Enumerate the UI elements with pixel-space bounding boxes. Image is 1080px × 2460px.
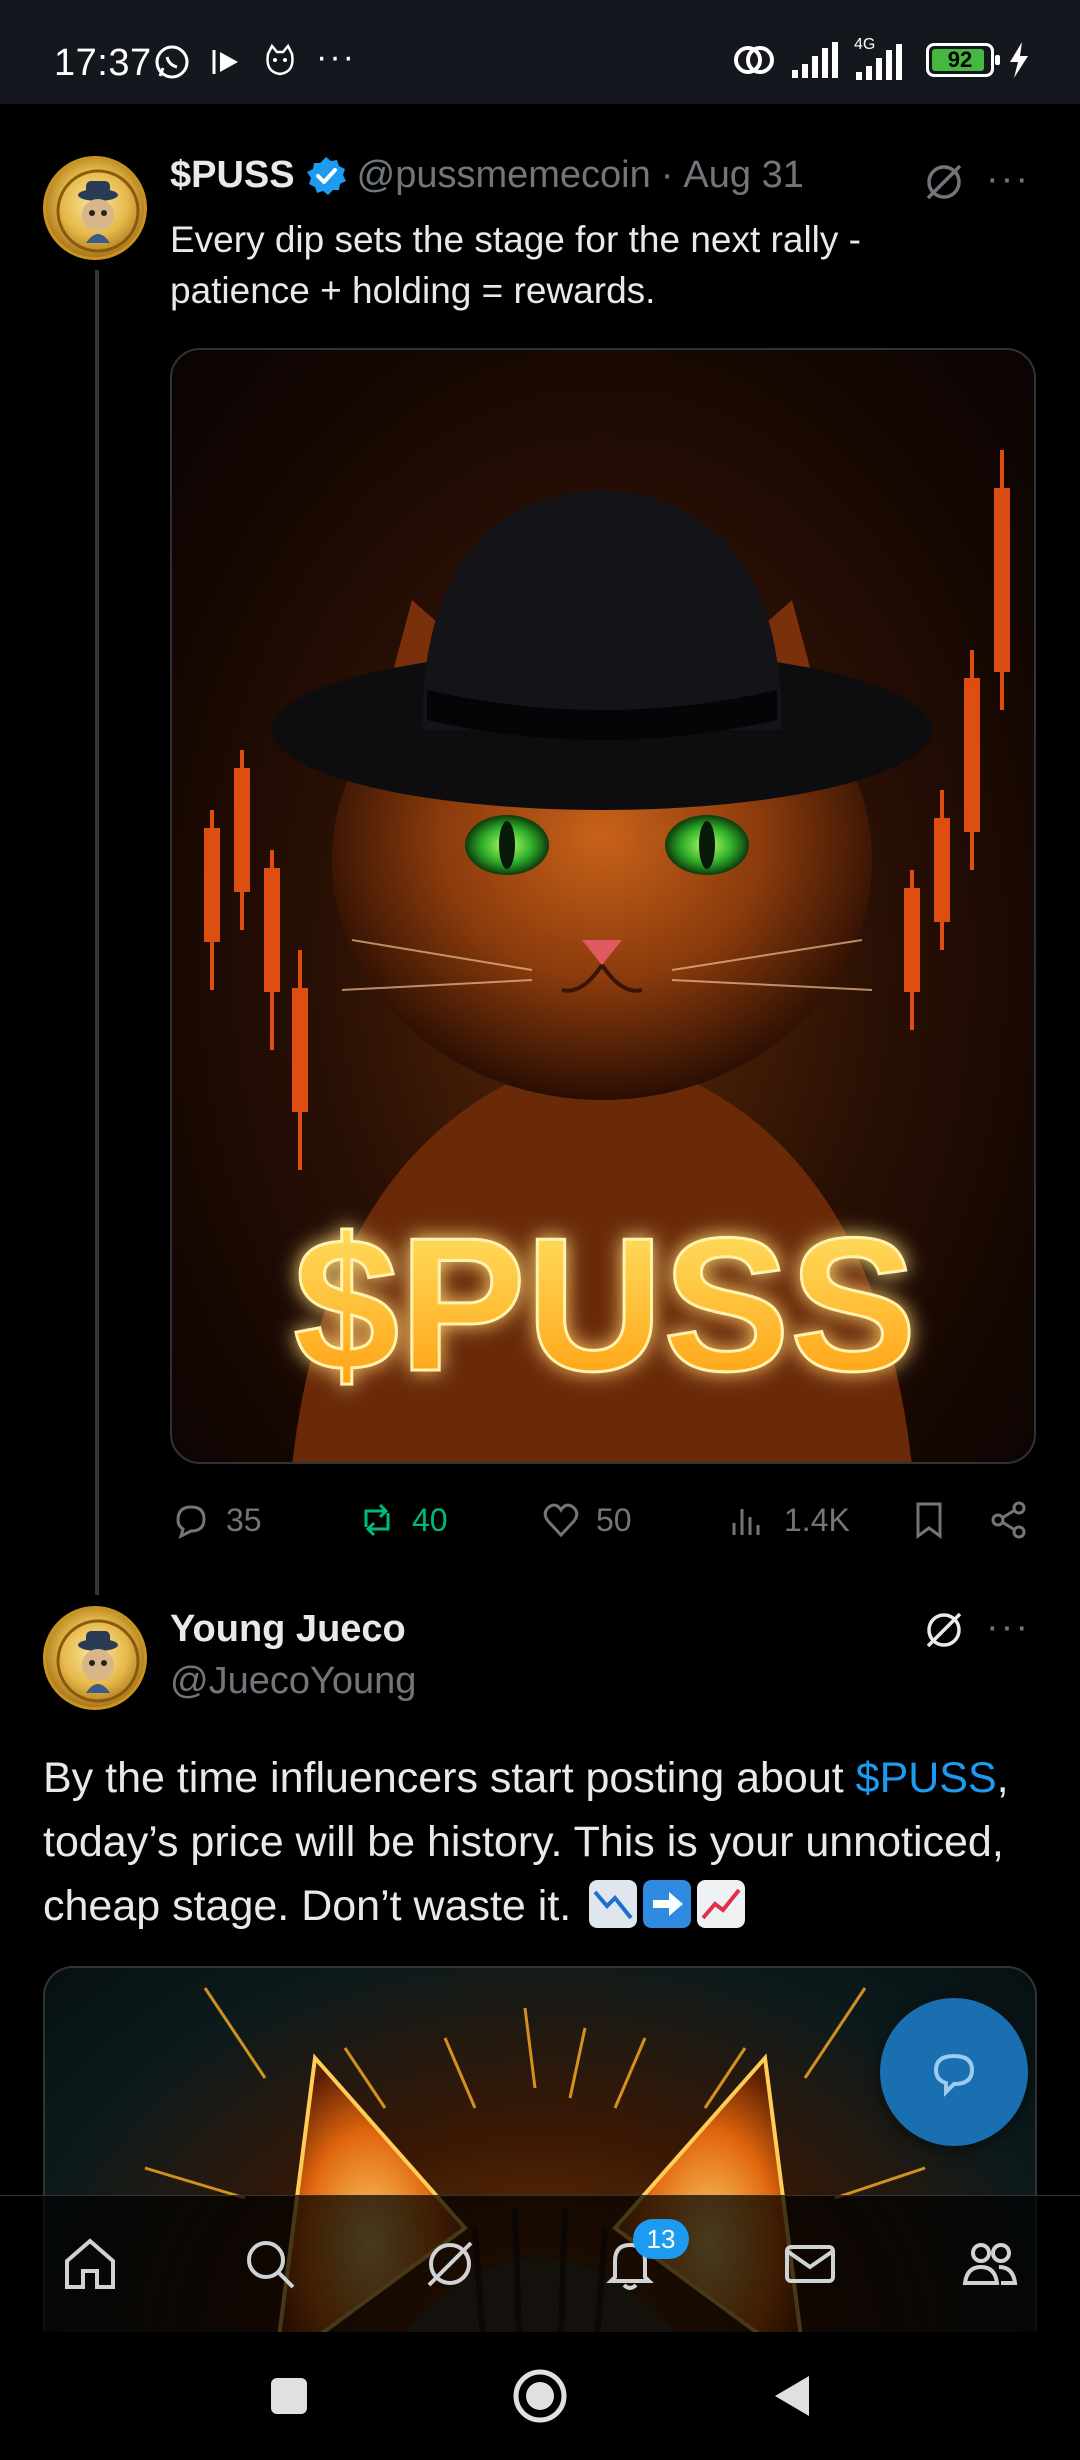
bottom-navigation: 13 xyxy=(0,2195,1080,2332)
verified-badge-icon xyxy=(306,156,346,195)
system-navigation-bar xyxy=(0,2332,1080,2460)
chart-increasing-emoji-icon xyxy=(697,1880,746,1928)
compose-message-button[interactable] xyxy=(880,1998,1028,2146)
nav-notifications[interactable]: 13 xyxy=(585,2219,689,2309)
handle[interactable]: @pussmemecoin xyxy=(357,154,651,197)
tweet-text-line-2: patience + holding = rewards. xyxy=(170,270,656,311)
home-button[interactable] xyxy=(511,2367,569,2425)
separator: · xyxy=(660,154,674,196)
repost-count: 40 xyxy=(412,1501,448,1538)
heart-icon xyxy=(543,1503,579,1538)
signal-4g-icon: 4G xyxy=(852,36,912,80)
tweet-text-part-1: By the time influencers start posting ab… xyxy=(43,1754,856,1802)
candlestick-chart-left xyxy=(204,750,308,1170)
like-button[interactable]: 50 xyxy=(540,1499,728,1541)
views-button[interactable]: 1.4K xyxy=(728,1499,908,1541)
nav-communities[interactable] xyxy=(945,2219,1035,2309)
communities-icon xyxy=(962,2243,1018,2285)
display-name[interactable]: Young Jueco xyxy=(170,1608,406,1651)
battery-percent: 92 xyxy=(947,47,973,72)
whatsapp-icon xyxy=(155,45,189,79)
repost-button[interactable]: 40 xyxy=(356,1499,540,1541)
grok-icon[interactable] xyxy=(922,1608,966,1652)
notification-badge: 13 xyxy=(633,2219,689,2259)
cat-coin-icon xyxy=(56,169,140,253)
charging-icon xyxy=(1010,42,1028,78)
share-button[interactable] xyxy=(988,1499,1030,1541)
play-icon xyxy=(212,50,238,74)
image-caption: $PUSS xyxy=(293,1199,916,1411)
handle[interactable]: @JuecoYoung xyxy=(170,1660,416,1703)
reply-count: 35 xyxy=(226,1501,262,1538)
tweet-text: Every dip sets the stage for the next ra… xyxy=(170,214,1030,316)
reply-icon xyxy=(176,1505,206,1539)
thread-line xyxy=(95,270,99,1595)
cat-illustration: $PUSS xyxy=(204,450,1010,1462)
tweet-date[interactable]: Aug 31 xyxy=(683,154,803,197)
nav-search[interactable] xyxy=(225,2219,315,2309)
status-notification-icons xyxy=(152,42,300,82)
avatar[interactable] xyxy=(43,1606,147,1710)
chart-decreasing-emoji-icon xyxy=(589,1880,638,1928)
share-icon xyxy=(991,1501,1026,1539)
right-arrow-emoji-icon xyxy=(643,1880,692,1928)
battery-indicator: 92 xyxy=(926,43,1000,77)
status-overflow: ··· xyxy=(316,38,356,76)
mail-icon xyxy=(785,2245,835,2283)
like-count: 50 xyxy=(596,1501,632,1538)
view-count: 1.4K xyxy=(784,1501,850,1538)
grok-icon[interactable] xyxy=(922,160,966,204)
chat-bubble-icon xyxy=(933,2053,975,2097)
display-name[interactable]: $PUSS xyxy=(170,154,295,197)
avatar[interactable] xyxy=(43,156,147,260)
cat-icon xyxy=(266,43,294,76)
back-button[interactable] xyxy=(769,2372,813,2420)
cat-coin-icon xyxy=(56,1619,140,1703)
tweet-actions: 35 40 50 1.4K xyxy=(170,1490,1036,1550)
nav-messages[interactable] xyxy=(765,2219,855,2309)
tweet-header: $PUSS @pussmemecoin · Aug 31 xyxy=(170,154,804,197)
grok-icon xyxy=(427,2241,473,2287)
status-time: 17:37 xyxy=(54,42,152,84)
nav-grok[interactable] xyxy=(405,2219,495,2309)
more-options-button[interactable]: ··· xyxy=(986,158,1030,201)
bookmark-icon xyxy=(916,1502,942,1539)
bookmark-button[interactable] xyxy=(908,1499,988,1541)
analytics-icon xyxy=(732,1509,760,1535)
home-icon xyxy=(65,2238,115,2289)
hotspot-icon xyxy=(734,46,774,74)
repost-icon xyxy=(364,1503,390,1537)
cashtag-link[interactable]: $PUSS xyxy=(856,1754,997,1802)
recent-apps-button[interactable] xyxy=(267,2374,311,2418)
search-icon xyxy=(247,2241,295,2289)
tweet-image[interactable]: $PUSS xyxy=(170,348,1036,1464)
status-bar: 17:37 ··· 4G 92 xyxy=(0,0,1080,104)
reply-button[interactable]: 35 xyxy=(170,1499,356,1541)
signal-icon xyxy=(792,42,838,78)
nav-home[interactable] xyxy=(45,2219,135,2309)
tweet-text: By the time influencers start posting ab… xyxy=(43,1746,1043,1938)
more-options-button[interactable]: ··· xyxy=(986,1606,1030,1649)
status-system-icons: 4G 92 xyxy=(732,36,1030,80)
tweet-text-line-1: Every dip sets the stage for the next ra… xyxy=(170,219,861,260)
